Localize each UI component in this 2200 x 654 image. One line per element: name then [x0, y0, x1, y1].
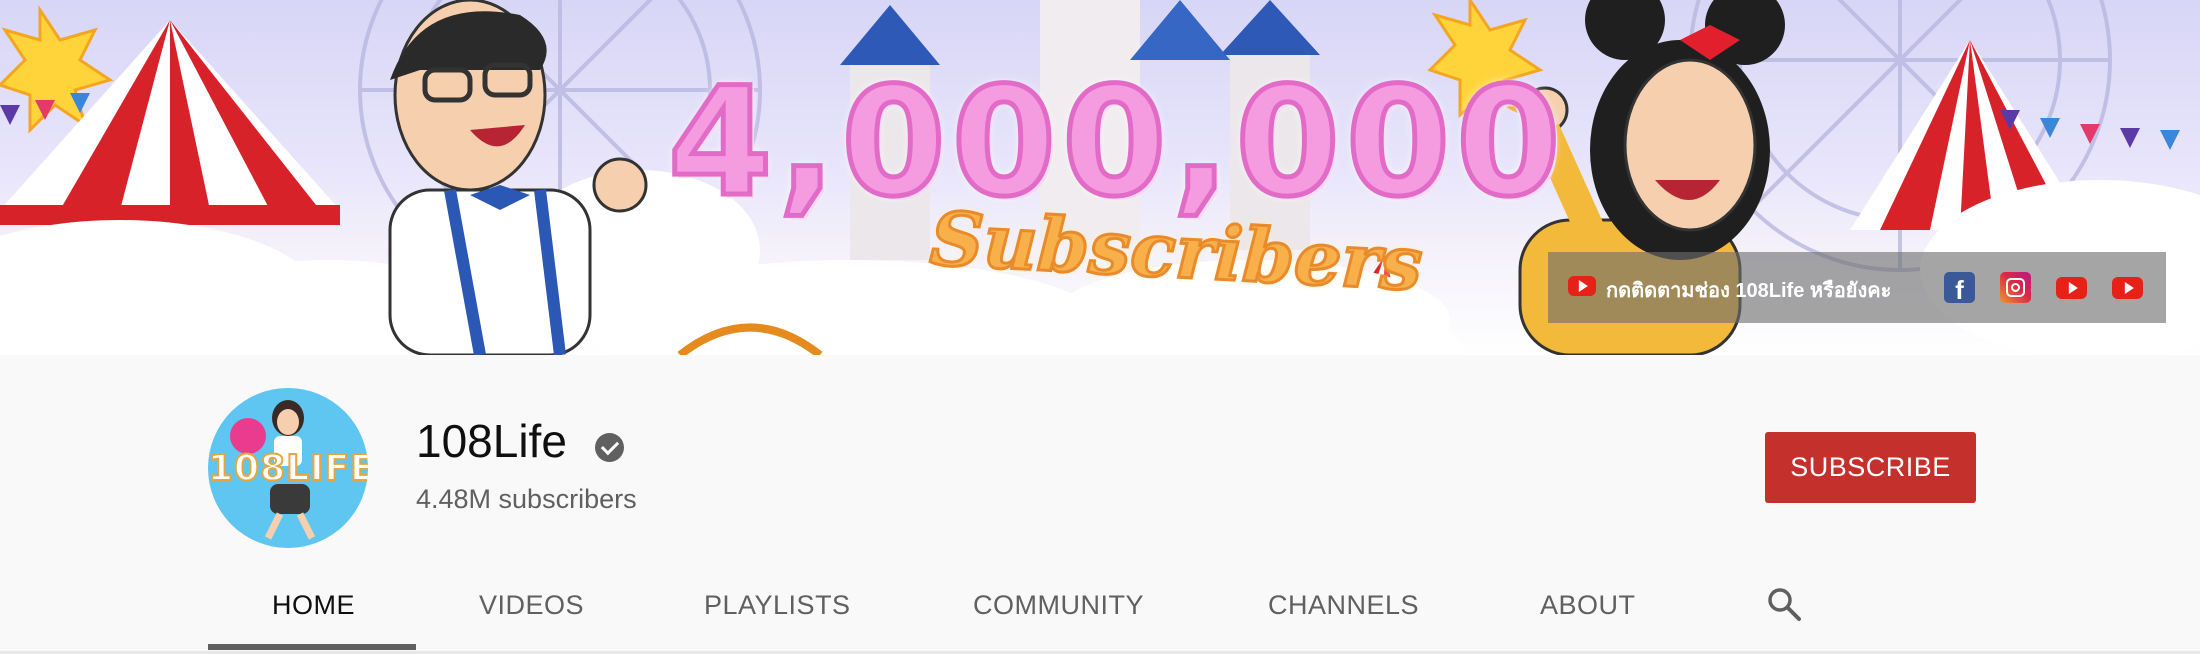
tab-videos[interactable]: VIDEOS: [479, 590, 584, 621]
tab-home[interactable]: HOME: [272, 590, 355, 621]
youtube-icon: [1568, 276, 1596, 296]
follow-text: กดติดตามช่อง 108Life หรือยังคะ: [1606, 280, 1892, 302]
verified-badge-icon: [595, 433, 624, 462]
tab-community[interactable]: COMMUNITY: [973, 590, 1144, 621]
banner-social-strip: กดติดตามช่อง 108Life หรือยังคะ f: [1548, 252, 2166, 323]
subscribe-button[interactable]: SUBSCRIBE: [1765, 432, 1976, 503]
avatar-text: 108LIFE: [208, 447, 368, 490]
active-tab-indicator: [208, 644, 416, 650]
channel-tabs: HOME VIDEOS PLAYLISTS COMMUNITY CHANNELS…: [0, 560, 2200, 654]
tab-playlists[interactable]: PLAYLISTS: [704, 590, 851, 621]
instagram-icon[interactable]: [2000, 272, 2031, 303]
channel-name: 108Life: [416, 415, 567, 467]
channel-avatar[interactable]: 108LIFE: [208, 388, 368, 548]
channel-banner: 4,000,000 Subscribers กดติดตามช่อง 108Li…: [0, 0, 2200, 355]
facebook-icon[interactable]: f: [1944, 272, 1975, 303]
tab-about[interactable]: ABOUT: [1540, 590, 1636, 621]
tab-channels[interactable]: CHANNELS: [1268, 590, 1419, 621]
subscriber-count: 4.48M subscribers: [416, 484, 637, 514]
search-icon[interactable]: [1766, 586, 1802, 622]
milestone-number: 4,000,000: [666, 56, 1567, 230]
youtube-icon[interactable]: [2112, 277, 2143, 299]
youtube-icon[interactable]: [2056, 277, 2087, 299]
